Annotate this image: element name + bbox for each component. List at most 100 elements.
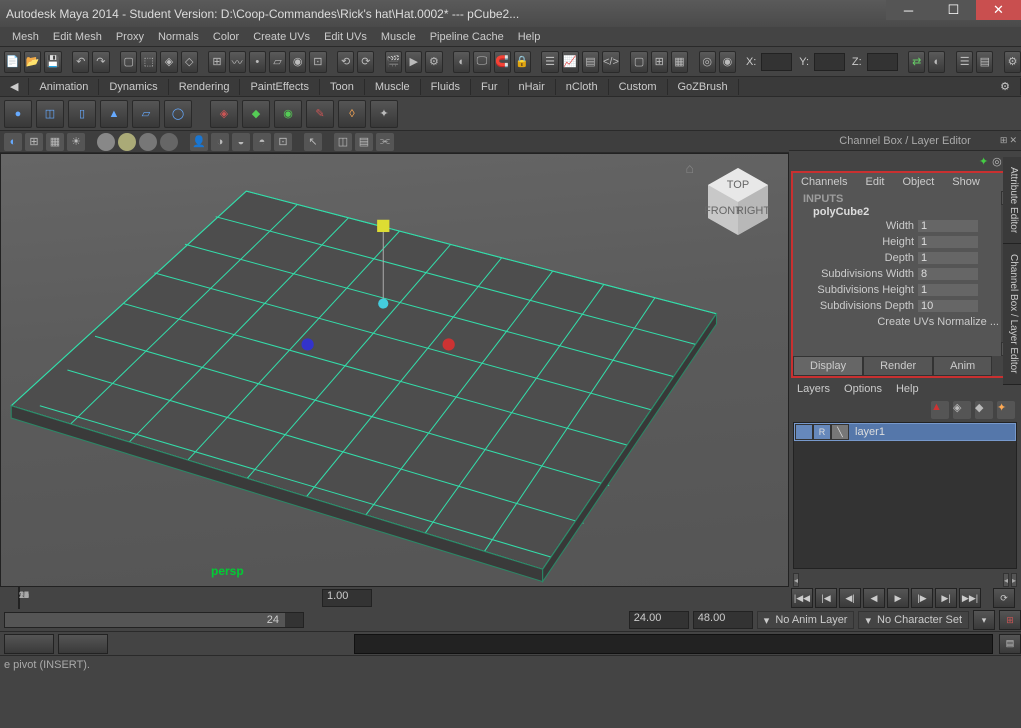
history-off-icon[interactable]: ⟳ <box>357 51 374 73</box>
vp-xray-icon[interactable] <box>118 133 136 151</box>
shelf-combine-icon[interactable]: ◈ <box>210 100 238 128</box>
cb-attr-value[interactable]: 1 <box>918 220 978 232</box>
vp-panel-icon[interactable]: ▤ <box>355 133 373 151</box>
close-button[interactable]: ✕ <box>976 0 1021 20</box>
menu-help[interactable]: Help <box>518 31 541 43</box>
menu-muscle[interactable]: Muscle <box>381 31 416 43</box>
range-total-field[interactable]: 48.00 <box>693 611 753 629</box>
dope-sheet-icon[interactable]: ▤ <box>582 51 599 73</box>
play-forward-button[interactable]: ▶ <box>887 588 909 608</box>
menu-create-uvs[interactable]: Create UVs <box>253 31 310 43</box>
step-forward-button[interactable]: |▶ <box>911 588 933 608</box>
script-editor-icon[interactable]: </> <box>602 51 620 73</box>
shelf-tab-toon[interactable]: Toon <box>320 79 365 95</box>
coord-y-field[interactable] <box>814 53 845 71</box>
step-forward-key-button[interactable]: ▶| <box>935 588 957 608</box>
layer-visibility-toggle[interactable] <box>795 424 813 440</box>
render-settings-icon[interactable]: ⚙ <box>425 51 442 73</box>
axis-world-icon[interactable]: ◎ <box>992 155 1002 168</box>
snap-point-icon[interactable]: • <box>249 51 266 73</box>
vp-texture-icon[interactable]: ▦ <box>46 133 64 151</box>
menu-pipeline-cache[interactable]: Pipeline Cache <box>430 31 504 43</box>
viewport[interactable]: ⌂ TOP FRONT RIGHT persp <box>0 153 789 587</box>
layer-reference-toggle[interactable]: R <box>813 424 831 440</box>
ipr-render-icon[interactable]: ▶ <box>405 51 422 73</box>
prefs-button[interactable]: ⊞ <box>999 610 1021 630</box>
redo-icon[interactable]: ↷ <box>92 51 109 73</box>
menu-normals[interactable]: Normals <box>158 31 199 43</box>
symmetry-icon[interactable]: ⇄ <box>908 51 925 73</box>
vp-res-icon[interactable]: ◒ <box>232 133 250 151</box>
minimize-button[interactable]: ─ <box>886 0 931 20</box>
shelf-tab-prev[interactable]: ◀ <box>0 78 29 95</box>
autokey-button[interactable]: ▾ <box>973 610 995 630</box>
menu-set-icon[interactable]: ☰ <box>956 51 973 73</box>
snap-live-icon[interactable]: ⊡ <box>309 51 326 73</box>
command-line-input[interactable] <box>354 634 993 654</box>
command-line-python-tab[interactable] <box>58 634 108 654</box>
cb-attr-value[interactable]: 10 <box>918 300 978 312</box>
coord-z-field[interactable] <box>867 53 898 71</box>
cb-menu-channels[interactable]: Channels <box>801 176 847 188</box>
menu-edit-mesh[interactable]: Edit Mesh <box>53 31 102 43</box>
undo-icon[interactable]: ↶ <box>72 51 89 73</box>
shelf-axis-icon[interactable]: ✦ <box>370 100 398 128</box>
shelf-tab-painteffects[interactable]: PaintEffects <box>240 79 320 95</box>
range-slider[interactable]: 24 <box>4 612 304 628</box>
cb-tab-render[interactable]: Render <box>863 356 933 376</box>
soft-select-icon[interactable]: ◐ <box>928 51 945 73</box>
menu-edit-uvs[interactable]: Edit UVs <box>324 31 367 43</box>
select-by-name-icon[interactable]: ▢ <box>120 51 137 73</box>
vp-wire-icon[interactable]: ⊞ <box>25 133 43 151</box>
loop-button[interactable]: ⟳ <box>993 588 1015 608</box>
layout-custom-icon[interactable]: ▦ <box>671 51 688 73</box>
lock-icon[interactable]: 🔒 <box>514 51 531 73</box>
move-layer-up-icon[interactable]: ▲ <box>931 401 949 419</box>
maximize-button[interactable]: ☐ <box>931 0 976 20</box>
vp-cam-icon[interactable]: 👤 <box>190 133 208 151</box>
vp-share-icon[interactable]: ⫘ <box>376 133 394 151</box>
shelf-poly-torus-icon[interactable]: ◯ <box>164 100 192 128</box>
cb-menu-object[interactable]: Object <box>902 176 934 188</box>
layer-scrollbar[interactable]: ◂ ◂ ▸ <box>793 573 1017 587</box>
manipulator-origin[interactable] <box>378 298 388 308</box>
manipulator-z-handle[interactable] <box>301 338 313 350</box>
menu-proxy[interactable]: Proxy <box>116 31 144 43</box>
side-tab-channel-box[interactable]: Channel Box / Layer Editor <box>1003 244 1021 385</box>
shelf-poly-cube-icon[interactable]: ◫ <box>36 100 64 128</box>
snap-curve-icon[interactable]: 〰 <box>229 51 246 73</box>
misc-tool2-icon[interactable]: ◉ <box>719 51 736 73</box>
open-scene-icon[interactable]: 📂 <box>24 51 41 73</box>
shelf-tab-nhair[interactable]: nHair <box>509 79 556 95</box>
snap-grid-icon[interactable]: ⊞ <box>208 51 225 73</box>
shelf-tab-gear-icon[interactable]: ⚙ <box>990 78 1021 95</box>
anim-layer-dropdown[interactable]: ▾No Anim Layer <box>757 611 855 629</box>
gear-icon[interactable]: ⚙ <box>1004 51 1021 73</box>
vp-cube-icon[interactable]: ◫ <box>334 133 352 151</box>
misc-tool-icon[interactable]: ◎ <box>699 51 716 73</box>
axis-xyz-icon[interactable]: ✦ <box>979 155 988 168</box>
range-slider-thumb[interactable]: 24 <box>5 613 285 627</box>
shelf-extrude-icon[interactable]: ✎ <box>306 100 334 128</box>
vp-light-icon[interactable]: ☀ <box>67 133 85 151</box>
script-editor-button[interactable]: ▤ <box>999 634 1021 654</box>
range-end-field[interactable]: 24.00 <box>629 611 689 629</box>
panel-close-icon[interactable]: ✕ <box>1009 135 1017 146</box>
shelf-tab-gozbrush[interactable]: GoZBrush <box>668 79 739 95</box>
scroll-right-icon[interactable]: ◂ <box>1003 573 1009 587</box>
menu-toggle-icon[interactable]: ▤ <box>976 51 993 73</box>
play-back-button[interactable]: ◀ <box>863 588 885 608</box>
save-scene-icon[interactable]: 💾 <box>44 51 61 73</box>
shelf-poly-cone-icon[interactable]: ▲ <box>100 100 128 128</box>
shelf-poly-cylinder-icon[interactable]: ▯ <box>68 100 96 128</box>
vp-iso-icon[interactable] <box>97 133 115 151</box>
snap-view-icon[interactable]: ◉ <box>289 51 306 73</box>
character-set-dropdown[interactable]: ▾No Character Set <box>858 611 969 629</box>
cb-attr-value[interactable]: 1 <box>918 284 978 296</box>
scroll-right2-icon[interactable]: ▸ <box>1011 573 1017 587</box>
shelf-tab-muscle[interactable]: Muscle <box>365 79 421 95</box>
layout-single-icon[interactable]: ▢ <box>630 51 647 73</box>
shelf-tab-fur[interactable]: Fur <box>471 79 509 95</box>
new-layer-icon[interactable]: ◆ <box>975 401 993 419</box>
vp-d4-icon[interactable] <box>160 133 178 151</box>
